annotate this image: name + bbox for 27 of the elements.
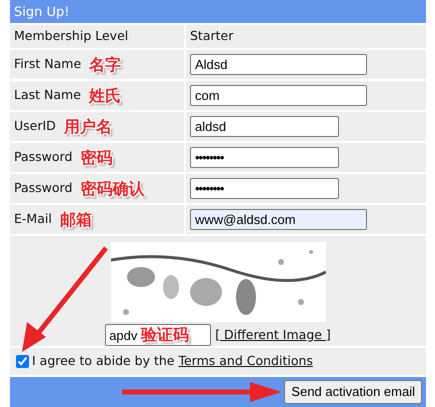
field-label: Password	[14, 148, 72, 166]
field-label: Membership Level	[14, 27, 128, 46]
field-label: UserID	[14, 117, 56, 136]
value-text: Starter	[190, 27, 234, 46]
field-label: Last Name	[14, 86, 81, 104]
different-image-link[interactable]: [ Different Image ]	[215, 326, 331, 344]
input-field[interactable]: aldsd	[190, 116, 339, 137]
annotation-label: 姓氏	[88, 88, 121, 104]
annotation-label: 验证码	[141, 327, 190, 343]
input-field[interactable]: Aldsd	[190, 54, 367, 75]
input-field[interactable]: www@aldsd.com	[190, 209, 367, 230]
password-field[interactable]: ••••••••	[190, 147, 339, 168]
input-field[interactable]: com	[190, 85, 367, 106]
field-label: Password	[14, 179, 72, 198]
agree-checkbox[interactable]	[16, 355, 29, 368]
annotation-label: 密码确认	[80, 180, 144, 196]
annotation-label: 名字	[89, 56, 122, 72]
field-label: E-Mail	[14, 210, 52, 228]
terms-link[interactable]: Terms and Conditions	[178, 353, 313, 368]
password-field[interactable]: ••••••••	[190, 178, 339, 199]
field-label: First Name	[14, 55, 82, 74]
annotation-label: 密码	[80, 150, 112, 166]
send-activation-button[interactable]: Send activation email	[284, 380, 422, 404]
agree-text: I agree to abide by the Terms and Conditions	[32, 352, 313, 370]
form-header: Sign Up!	[10, 0, 426, 23]
annotation-label: 用户名	[64, 118, 112, 134]
annotation-label: 邮箱	[60, 212, 92, 228]
